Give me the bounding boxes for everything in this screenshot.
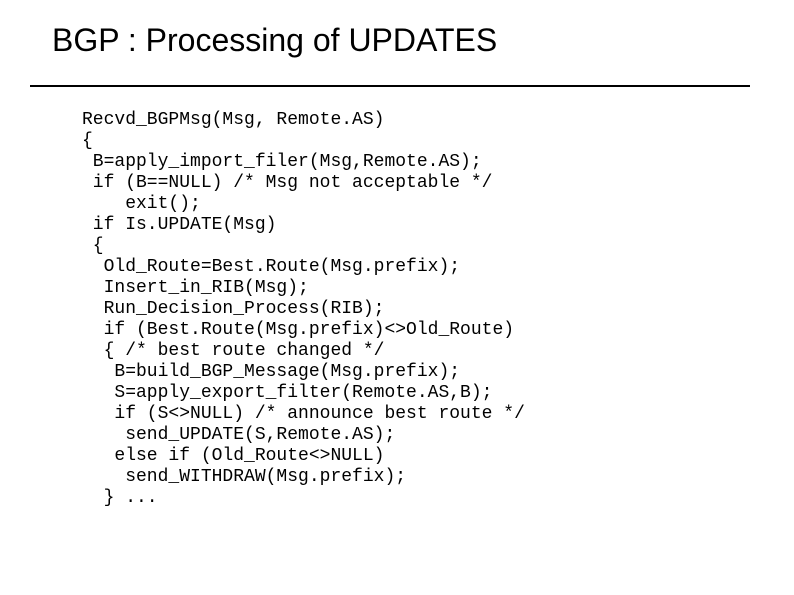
code-line: { xyxy=(82,236,104,256)
code-line: if (S<>NULL) /* announce best route */ xyxy=(82,404,525,424)
code-line: B=apply_import_filer(Msg,Remote.AS); xyxy=(82,152,482,172)
pseudocode-block: Recvd_BGPMsg(Msg, Remote.AS) { B=apply_i… xyxy=(82,110,525,509)
code-line: if Is.UPDATE(Msg) xyxy=(82,215,276,235)
code-line: Old_Route=Best.Route(Msg.prefix); xyxy=(82,257,460,277)
code-line: else if (Old_Route<>NULL) xyxy=(82,446,384,466)
code-line: { /* best route changed */ xyxy=(82,341,384,361)
code-line: if (B==NULL) /* Msg not acceptable */ xyxy=(82,173,492,193)
code-line: send_WITHDRAW(Msg.prefix); xyxy=(82,467,406,487)
code-line: if (Best.Route(Msg.prefix)<>Old_Route) xyxy=(82,320,514,340)
code-line: Recvd_BGPMsg(Msg, Remote.AS) xyxy=(82,110,384,130)
slide: BGP : Processing of UPDATES Recvd_BGPMsg… xyxy=(0,0,794,595)
horizontal-rule xyxy=(30,85,750,87)
code-line: } ... xyxy=(82,488,158,508)
slide-title: BGP : Processing of UPDATES xyxy=(52,22,497,59)
code-line: S=apply_export_filter(Remote.AS,B); xyxy=(82,383,492,403)
code-line: Run_Decision_Process(RIB); xyxy=(82,299,384,319)
code-line: exit(); xyxy=(82,194,201,214)
code-line: send_UPDATE(S,Remote.AS); xyxy=(82,425,395,445)
code-line: B=build_BGP_Message(Msg.prefix); xyxy=(82,362,460,382)
code-line: Insert_in_RIB(Msg); xyxy=(82,278,309,298)
code-line: { xyxy=(82,131,93,151)
